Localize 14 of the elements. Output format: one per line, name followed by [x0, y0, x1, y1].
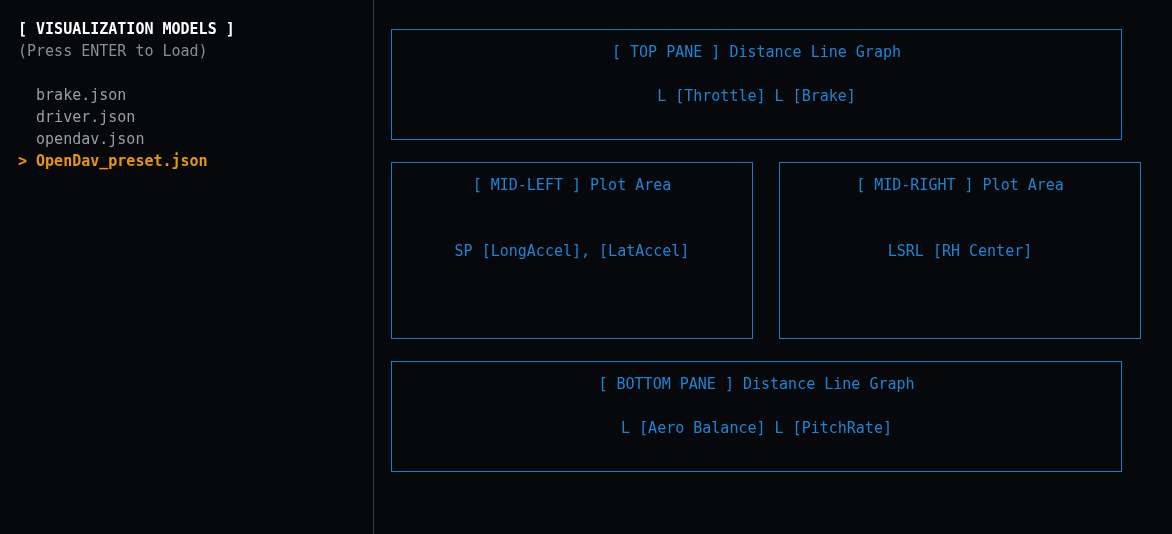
pane-series: L [Throttle] L [Brake]	[657, 86, 856, 107]
pane-title: [ BOTTOM PANE ] Distance Line Graph	[598, 374, 915, 395]
pane-series: LSRL [RH Center]	[887, 241, 1033, 262]
pane-title: [ TOP PANE ] Distance Line Graph	[612, 42, 901, 63]
pane-title: [ MID-LEFT ] Plot Area	[472, 175, 672, 196]
sidebar-title: [ VISUALIZATION MODELS ]	[18, 19, 235, 40]
pane-title: [ MID-RIGHT ] Plot Area	[856, 175, 1064, 196]
file-item[interactable]: opendav.json	[18, 128, 145, 150]
pane-series: SP [LongAccel], [LatAccel]	[454, 241, 690, 262]
file-item[interactable]: driver.json	[18, 106, 136, 128]
load-hint: (Press ENTER to Load)	[18, 41, 208, 62]
file-item[interactable]: > OpenDav_preset.json	[18, 150, 208, 172]
pane-series: L [Aero Balance] L [PitchRate]	[621, 418, 892, 439]
file-item[interactable]: brake.json	[18, 84, 127, 106]
